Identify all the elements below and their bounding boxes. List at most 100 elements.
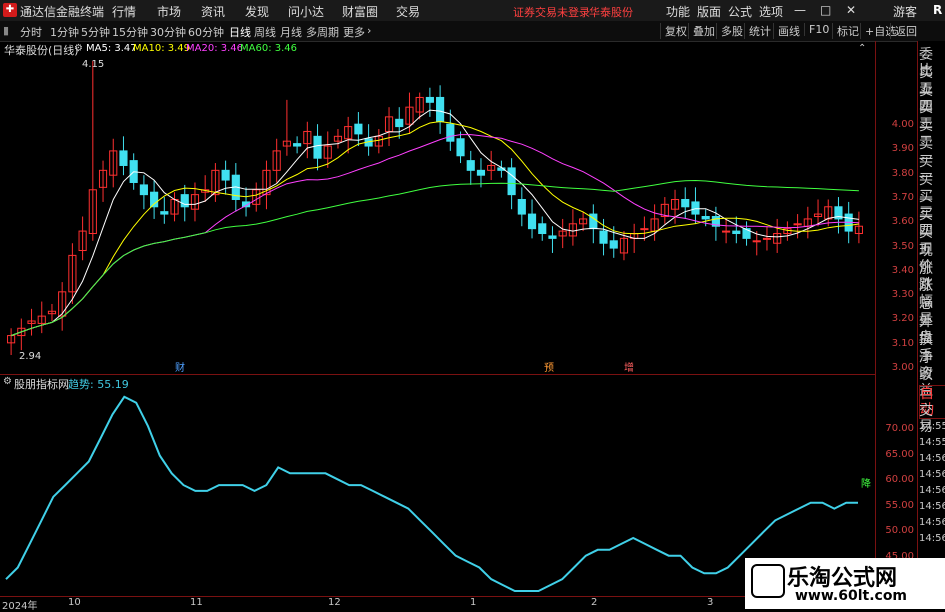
menu-layout[interactable]: 版面 (697, 3, 721, 20)
candle-body[interactable] (221, 169, 230, 181)
f10-button[interactable]: F10 (804, 23, 829, 36)
candle-body[interactable] (640, 228, 649, 231)
kline-svg (7, 61, 863, 355)
trade-time: 14:56 (919, 485, 945, 496)
tab-5min[interactable]: 5分钟 (81, 24, 110, 40)
menu-market[interactable]: 市场 (157, 3, 181, 20)
maximize-button[interactable]: □ (820, 3, 831, 17)
minimize-button[interactable]: — (794, 3, 806, 17)
ma5-line (10, 109, 859, 337)
mark-button[interactable]: 标记 (832, 23, 859, 39)
candle-body[interactable] (793, 223, 802, 226)
low-price-label: 2.94 (19, 351, 42, 362)
event-increase[interactable]: 增 (624, 359, 634, 374)
candle-body[interactable] (139, 184, 148, 196)
date-label: 10 (68, 597, 81, 608)
candle-body[interactable] (732, 230, 741, 235)
candle-body[interactable] (180, 194, 189, 208)
trade-time: 14:55 (919, 437, 945, 448)
app-logo-icon: ✚ (3, 3, 17, 17)
candle-body[interactable] (313, 135, 322, 159)
date-label: 1 (470, 597, 477, 608)
tab-1min[interactable]: 1分钟 (50, 24, 79, 40)
tab-30min[interactable]: 30分钟 (150, 24, 186, 40)
login-warning[interactable]: 证券交易未登录 (513, 4, 590, 20)
event-finance[interactable]: 财 (175, 359, 185, 374)
candle-body[interactable] (691, 201, 700, 215)
trade-time: 14:56 (919, 517, 945, 528)
menu-options[interactable]: 选项 (759, 3, 783, 20)
indicator-tick: 55.00 (885, 499, 914, 511)
tab-weekly[interactable]: 周线 (254, 24, 276, 40)
back-button[interactable]: 返回 (890, 23, 917, 39)
candle-body[interactable] (701, 216, 710, 220)
watermark: 乐淘公式网 www.60lt.com (745, 558, 945, 609)
event-forecast[interactable]: 预 (544, 359, 554, 374)
candle-body[interactable] (599, 230, 608, 244)
candle-body[interactable] (681, 198, 690, 208)
candle-body[interactable] (752, 240, 761, 243)
toolbar-toggle-icon[interactable]: ▮ (3, 24, 9, 37)
more-chevron-icon[interactable]: › (367, 24, 371, 37)
trade-time: 14:56 (919, 533, 945, 544)
menu-wealth[interactable]: 财富圈 (342, 3, 378, 20)
indicator-chart[interactable]: ⚙ 股朋指标网 趋势: 55.19 降 (0, 374, 875, 597)
candle-body[interactable] (160, 211, 169, 215)
candle-body[interactable] (548, 235, 557, 239)
candle-body[interactable] (293, 143, 302, 147)
ma60-line (10, 179, 859, 337)
adjust-button[interactable]: 复权 (660, 23, 687, 39)
kline-chart[interactable]: 华泰股份(日线) ⚙ MA5: 3.47 MA10: 3.49 MA20: 3.… (0, 41, 875, 374)
watermark-url: www.60lt.com (795, 588, 908, 604)
trend-end-label: 降 (861, 479, 871, 490)
draw-button[interactable]: 画线 (773, 23, 800, 39)
indicator-tick: 70.00 (885, 423, 914, 434)
tab-more[interactable]: 更多 (343, 24, 365, 40)
candle-body[interactable] (446, 123, 455, 142)
tab-monthly[interactable]: 月线 (280, 24, 302, 40)
r-icon[interactable]: R (933, 3, 942, 17)
tab-60min[interactable]: 60分钟 (188, 24, 224, 40)
candle-body[interactable] (527, 213, 537, 230)
menu-trade[interactable]: 交易 (396, 3, 420, 20)
tab-multi-period[interactable]: 多周期 (306, 24, 339, 40)
menu-news[interactable]: 资讯 (201, 3, 225, 20)
close-button[interactable]: ✕ (846, 3, 856, 17)
menu-quotes[interactable]: 行情 (112, 3, 136, 20)
candle-body[interactable] (354, 123, 363, 135)
candle-body[interactable] (476, 169, 486, 176)
candle-body[interactable] (517, 198, 526, 215)
menu-formula[interactable]: 公式 (728, 3, 752, 20)
price-tick: 3.50 (891, 240, 914, 252)
candle-body[interactable] (538, 223, 547, 235)
tab-timeshare[interactable]: 分时 (20, 24, 42, 40)
candle-body[interactable] (456, 138, 465, 157)
multi-stock-button[interactable]: 多股 (716, 23, 743, 39)
tab-daily[interactable]: 日线 (229, 24, 251, 40)
stock-name-top: 华泰股份 (589, 6, 633, 19)
price-tick: 3.20 (891, 313, 914, 325)
price-tick: 3.80 (891, 167, 914, 179)
trend-line (5, 395, 858, 592)
guest-label[interactable]: 游客 (893, 3, 917, 20)
period-toolbar: ▮ 分时 1分钟 5分钟 15分钟 30分钟 60分钟 日线 周线 月线 多周期… (0, 21, 945, 42)
date-label: 2 (591, 597, 598, 608)
menu-assistant[interactable]: 问小达 (288, 3, 324, 20)
candle-body[interactable] (762, 237, 772, 240)
overlay-button[interactable]: 叠加 (688, 23, 715, 39)
stats-button[interactable]: 统计 (744, 23, 771, 39)
candle-body[interactable] (395, 118, 404, 128)
candle-body[interactable] (609, 240, 618, 249)
candle-body[interactable] (436, 96, 445, 123)
tab-15min[interactable]: 15分钟 (112, 24, 148, 40)
candle-body[interactable] (119, 150, 128, 166)
candle-body[interactable] (507, 167, 516, 196)
ma20-line (10, 134, 859, 337)
price-tick: 4.00 (891, 119, 914, 130)
menu-discover[interactable]: 发现 (245, 3, 269, 20)
menu-function[interactable]: 功能 (666, 3, 690, 20)
candle-body[interactable] (722, 230, 731, 233)
candle-body[interactable] (425, 96, 434, 103)
price-tick: 3.10 (891, 337, 914, 349)
candle-body[interactable] (466, 160, 475, 171)
